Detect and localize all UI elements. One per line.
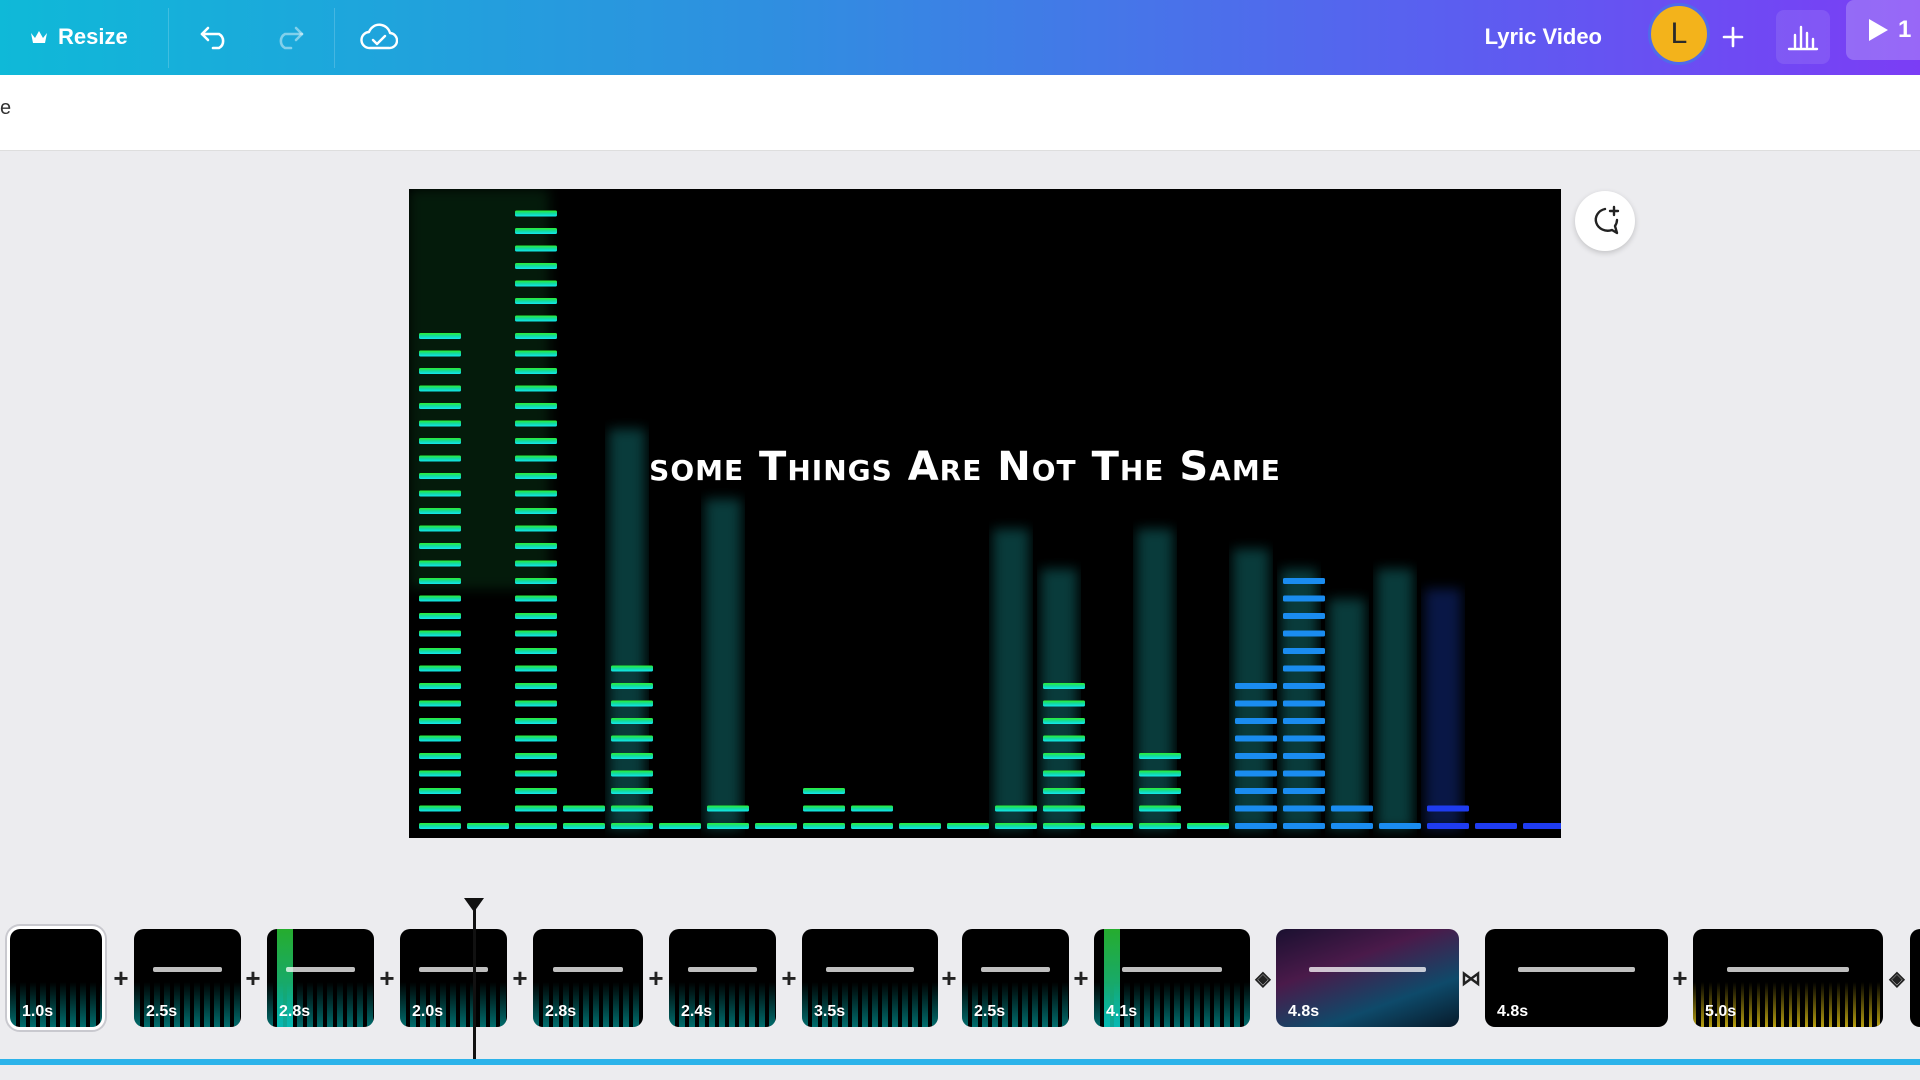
timeline-clip-partial[interactable] [1910,929,1920,1027]
transition-effect-button[interactable]: ⋈ [1458,965,1484,991]
add-transition-button[interactable]: + [240,963,266,993]
play-icon [1869,19,1888,41]
transition-effect-button[interactable]: ◈ [1250,965,1276,991]
add-transition-button[interactable]: + [1068,963,1094,993]
undo-button[interactable] [190,12,240,62]
clip-duration: 3.5s [814,1003,846,1020]
timeline-clip[interactable]: 2.4s [669,929,776,1027]
timeline-clip[interactable]: 2.5s [962,929,1069,1027]
user-avatar[interactable]: L [1648,3,1710,65]
bar-chart-icon [1787,25,1819,51]
insights-button[interactable] [1776,10,1830,64]
clip-duration: 4.8s [1288,1003,1320,1020]
cloud-saved-icon [360,23,398,50]
timeline-clip[interactable]: 2.5s [134,929,241,1027]
clip-duration: 2.5s [974,1003,1006,1020]
design-canvas[interactable]: some Things Are Not The Same [409,189,1561,838]
lyric-text[interactable]: some Things Are Not The Same [409,444,1521,490]
context-toolbar-text: e [0,97,12,119]
redo-icon [279,26,304,50]
add-transition-button[interactable]: + [776,963,802,993]
timeline-clip[interactable]: 5.0s [1693,929,1883,1027]
add-transition-button[interactable]: + [507,963,533,993]
transition-effect-button[interactable]: ◈ [1884,965,1910,991]
undo-icon [200,26,225,50]
clip-duration: 4.8s [1497,1003,1529,1020]
present-label: 1 [1898,16,1912,43]
clip-duration: 2.5s [146,1003,178,1020]
context-toolbar: e [0,75,1920,151]
timeline-clip[interactable]: 1.0s [7,926,105,1030]
resize-button[interactable]: Resize [30,18,128,56]
save-status-button[interactable] [354,12,404,62]
plus-icon [1722,26,1744,48]
top-toolbar: Resize Lyric Video L 1 [0,0,1920,75]
clip-duration: 2.0s [412,1003,444,1020]
clip-duration: 2.8s [545,1003,577,1020]
timeline-clip[interactable]: 4.8s [1276,929,1459,1027]
playback-progress-bar[interactable] [0,1059,1920,1065]
toolbar-divider [168,8,169,68]
resize-label: Resize [58,24,128,49]
add-transition-button[interactable]: + [936,963,962,993]
add-transition-button[interactable]: + [643,963,669,993]
document-title[interactable]: Lyric Video [1485,18,1602,56]
share-add-button[interactable] [1708,12,1758,62]
timeline-clip[interactable]: 4.8s [1485,929,1668,1027]
timeline-clip[interactable]: 2.0s [400,929,507,1027]
clip-duration: 1.0s [22,1003,54,1020]
add-transition-button[interactable]: + [374,963,400,993]
playhead[interactable] [473,905,476,1065]
toolbar-divider [334,8,335,68]
clip-duration: 4.1s [1106,1003,1138,1020]
equalizer-graphic [409,189,1561,829]
timeline-clip[interactable]: 2.8s [267,929,374,1027]
timeline-clip[interactable]: 4.1s [1094,929,1250,1027]
redo-button[interactable] [264,12,314,62]
add-comment-button[interactable] [1575,191,1635,251]
crown-icon [31,31,47,43]
timeline-clip[interactable]: 3.5s [802,929,938,1027]
add-transition-button[interactable]: + [108,963,134,993]
add-comment-icon [1594,205,1620,235]
clip-duration: 2.4s [681,1003,713,1020]
present-button[interactable]: 1 [1846,0,1920,60]
clip-duration: 2.8s [279,1003,311,1020]
timeline-clip[interactable]: 2.8s [533,929,643,1027]
add-transition-button[interactable]: + [1667,963,1693,993]
clip-duration: 5.0s [1705,1003,1737,1020]
